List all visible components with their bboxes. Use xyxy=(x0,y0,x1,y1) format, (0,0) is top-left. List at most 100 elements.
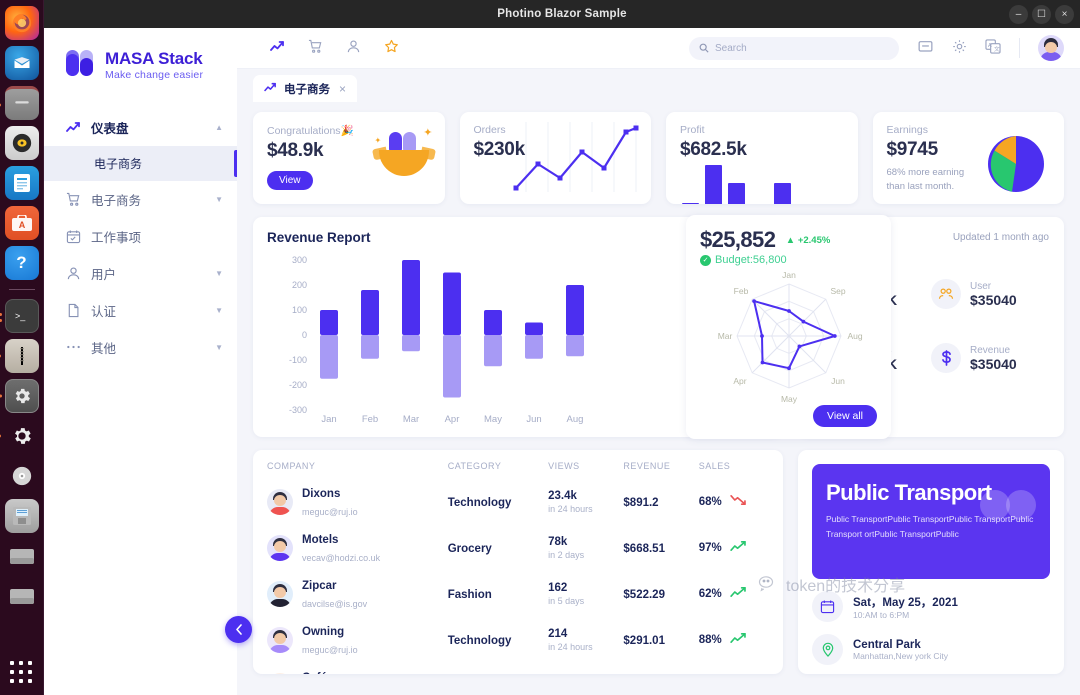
svg-text:Sep: Sep xyxy=(830,286,845,296)
card-subtext: 68% more earning than last month. xyxy=(886,167,965,192)
brand-tagline: Make change easier xyxy=(105,68,204,81)
transport-title: Public Transport xyxy=(826,480,992,505)
earnings-card: Earnings $9745 68% more earning than las… xyxy=(872,112,1064,204)
company-email: vecav@hodzi.co.uk xyxy=(302,553,381,563)
sidebar-item-auth[interactable]: 认证 ▼ xyxy=(44,292,237,329)
trend-up-icon xyxy=(730,539,747,557)
search-input[interactable]: Search xyxy=(689,36,899,60)
firefox-icon[interactable] xyxy=(4,6,39,40)
star-icon[interactable] xyxy=(383,39,399,57)
files-icon[interactable] xyxy=(4,86,39,120)
company-name: Owning xyxy=(302,626,345,638)
floppy-icon[interactable] xyxy=(4,499,39,533)
orders-sparkline-chart xyxy=(508,120,643,201)
svg-text:文: 文 xyxy=(994,45,1000,53)
table-row[interactable]: Zipcar davcilse@is.gov Fashion 162 in 5 days… xyxy=(267,571,769,617)
col-sales[interactable]: SALES xyxy=(699,461,769,479)
tab-ecommerce[interactable]: 电子商务 × xyxy=(253,75,358,102)
sidebar-item-label: 仪表盘 xyxy=(91,121,129,136)
stat-label: User xyxy=(970,280,992,292)
delta-arrow-icon: ▲ xyxy=(785,235,796,246)
translate-icon[interactable]: A文 xyxy=(985,39,1001,57)
sidebar-item-ecommerce[interactable]: 电子商务 ▼ xyxy=(44,181,237,218)
col-company[interactable]: COMPANY xyxy=(267,461,448,479)
company-table: COMPANY CATEGORY VIEWS REVENUE SALES Dix… xyxy=(267,461,769,674)
table-row[interactable]: Cafésmeguc@ruj.ioGrocery208in 24 hours$7… xyxy=(267,663,769,674)
settings-gear-icon[interactable] xyxy=(4,379,39,413)
stat-card-row: Congratulations🎉 $48.9k View ✦ ✦ Orders … xyxy=(253,112,1064,204)
stat-label: Revenue xyxy=(970,344,1011,356)
topbar-shortcut-icons xyxy=(269,39,399,57)
sidebar-collapse-button[interactable] xyxy=(225,616,252,643)
cart-icon[interactable] xyxy=(307,39,323,57)
sidebar-item-ecommerce-sub[interactable]: 电子商务 xyxy=(44,145,237,181)
disc-icon[interactable] xyxy=(4,459,39,493)
app-window: Photino Blazor Sample – ☐ × MASA Stack M… xyxy=(44,0,1080,695)
cell-views: 214 in 24 hours xyxy=(548,628,593,652)
close-icon[interactable]: × xyxy=(339,82,346,96)
table-row[interactable]: Dixons meguc@ruj.io Technology 23.4k in 24 h… xyxy=(267,479,769,525)
chevron-down-icon[interactable]: ▼ xyxy=(215,195,223,204)
chevron-down-icon[interactable]: ▼ xyxy=(215,306,223,315)
avatar xyxy=(267,627,293,653)
system-settings-icon[interactable] xyxy=(4,419,39,453)
cell-category: Grocery xyxy=(448,663,548,674)
table-row[interactable]: Motels vecav@hodzi.co.uk Grocery 78k in 2 da… xyxy=(267,525,769,571)
transport-address: Manhattan,New york City xyxy=(853,650,948,661)
transport-time: 10:AM to 6:PM xyxy=(853,609,910,620)
thunderbird-icon[interactable] xyxy=(4,46,39,80)
table-header-row: COMPANY CATEGORY VIEWS REVENUE SALES xyxy=(267,461,769,479)
svg-text:Jan: Jan xyxy=(321,414,336,425)
libreoffice-writer-icon[interactable] xyxy=(4,166,39,200)
rhythmbox-icon[interactable] xyxy=(4,126,39,160)
dots-icon xyxy=(66,340,81,355)
sidebar-item-worklist[interactable]: 工作事项 xyxy=(44,218,237,255)
budget-radar-chart: Jan Sep Aug Jun May Apr Mar Feb xyxy=(700,268,877,415)
search-icon xyxy=(699,43,709,53)
archive-icon[interactable] xyxy=(4,339,39,373)
avatar[interactable] xyxy=(1038,35,1064,61)
statistics-updated: Updated 1 month ago xyxy=(952,232,1049,243)
help-icon[interactable]: ? xyxy=(4,246,39,280)
svg-text:100: 100 xyxy=(292,305,307,315)
delta-value: +2.45% xyxy=(797,235,831,246)
col-views[interactable]: VIEWS xyxy=(548,461,623,479)
svg-text:Aug: Aug xyxy=(847,331,862,341)
chat-icon[interactable] xyxy=(917,40,933,57)
transport-place-row: Central Park Manhattan,New york City xyxy=(812,634,1050,665)
maximize-button[interactable]: ☐ xyxy=(1032,4,1051,24)
trend-up-icon xyxy=(730,585,747,603)
svg-text:Apr: Apr xyxy=(733,376,746,386)
budget-delta: ▲ +2.45% xyxy=(786,235,831,246)
drive-icon[interactable] xyxy=(4,539,39,573)
brand-logo[interactable]: MASA Stack Make change easier xyxy=(44,28,237,103)
svg-text:0: 0 xyxy=(302,330,307,340)
sidebar-item-users[interactable]: 用户 ▼ xyxy=(44,255,237,292)
topbar-divider xyxy=(1019,38,1020,58)
table-row[interactable]: Owning meguc@ruj.io Technology 214 in 24 hou… xyxy=(267,617,769,663)
view-button[interactable]: View xyxy=(267,171,313,190)
trending-up-icon[interactable] xyxy=(269,40,285,56)
chevron-up-icon[interactable]: ▲ xyxy=(215,123,223,132)
file-icon xyxy=(66,303,81,318)
svg-text:-300: -300 xyxy=(289,405,307,415)
sidebar-item-dashboard[interactable]: 仪表盘 ▲ xyxy=(44,109,237,146)
sidebar-item-other[interactable]: 其他 ▼ xyxy=(44,329,237,366)
gear-icon[interactable] xyxy=(951,39,967,57)
user-icon[interactable] xyxy=(345,39,361,57)
chevron-down-icon[interactable]: ▼ xyxy=(215,343,223,352)
ubuntu-software-icon[interactable]: A xyxy=(4,206,39,240)
drive2-icon[interactable] xyxy=(4,579,39,613)
show-applications-icon[interactable] xyxy=(9,661,34,685)
col-revenue[interactable]: REVENUE xyxy=(623,461,698,479)
svg-text:-200: -200 xyxy=(289,380,307,390)
close-button[interactable]: × xyxy=(1055,4,1074,24)
stat-item-user: User $35040 xyxy=(931,279,1049,309)
sidebar-subitem-label: 电子商务 xyxy=(94,156,143,171)
dollar-icon xyxy=(931,343,961,373)
terminal-icon[interactable]: >_ xyxy=(0,299,39,333)
chevron-down-icon[interactable]: ▼ xyxy=(215,269,223,278)
minimize-button[interactable]: – xyxy=(1009,4,1028,24)
view-all-button[interactable]: View all xyxy=(813,405,877,427)
col-category[interactable]: CATEGORY xyxy=(448,461,548,479)
